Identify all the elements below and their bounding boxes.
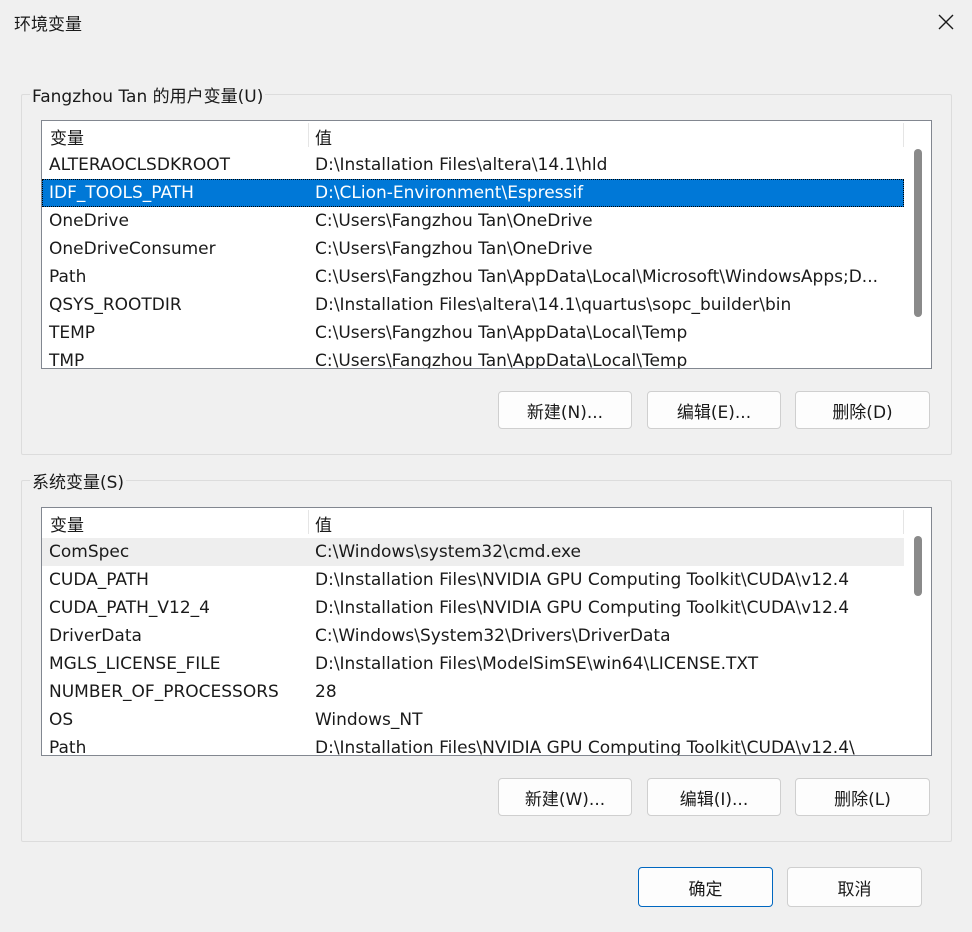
variable-value: C:\Users\Fangzhou Tan\OneDrive <box>315 239 593 259</box>
scrollbar-thumb[interactable] <box>914 536 922 596</box>
variable-name: OneDrive <box>49 211 129 231</box>
user-variables-list[interactable]: 变量 值 ALTERAOCLSDKROOT D:\Installation Fil… <box>41 120 932 369</box>
variable-name: CUDA_PATH <box>49 570 149 590</box>
list-item[interactable]: NUMBER_OF_PROCESSORS 28 <box>42 678 904 706</box>
variable-value: C:\Users\Fangzhou Tan\AppData\Local\Micr… <box>315 267 879 287</box>
user-new-button[interactable]: 新建(N)... <box>498 391 632 429</box>
variable-value: Windows_NT <box>315 710 423 730</box>
variable-name: TMP <box>49 351 85 369</box>
variable-name: IDF_TOOLS_PATH <box>49 183 194 203</box>
variable-value: D:\CLion-Environment\Espressif <box>315 183 584 203</box>
column-header-value[interactable]: 值 <box>315 124 332 149</box>
list-item[interactable]: TMP C:\Users\Fangzhou Tan\AppData\Local\T… <box>42 347 904 369</box>
list-item[interactable]: QSYS_ROOTDIR D:\Installation Files\altera… <box>42 291 904 319</box>
system-delete-button[interactable]: 删除(L) <box>795 778 930 816</box>
list-item[interactable]: ComSpec C:\Windows\system32\cmd.exe <box>42 538 904 566</box>
variable-value: D:\Installation Files\NVIDIA GPU Computi… <box>315 738 855 756</box>
cancel-button[interactable]: 取消 <box>787 867 922 907</box>
variable-name: Path <box>49 738 87 756</box>
window-title: 环境变量 <box>14 15 82 35</box>
variable-value: D:\Installation Files\altera\14.1\hld <box>315 155 608 175</box>
variable-name: ComSpec <box>49 542 130 562</box>
system-new-button[interactable]: 新建(W)... <box>498 778 632 816</box>
list-item[interactable]: Path C:\Users\Fangzhou Tan\AppData\Local\… <box>42 263 904 291</box>
system-variables-rows: ComSpec C:\Windows\system32\cmd.exe CUDA_… <box>42 538 904 756</box>
scrollbar-thumb[interactable] <box>914 149 922 317</box>
variable-name: CUDA_PATH_V12_4 <box>49 598 210 618</box>
list-item[interactable]: ALTERAOCLSDKROOT D:\Installation Files\al… <box>42 151 904 179</box>
ok-button[interactable]: 确定 <box>638 867 773 907</box>
variable-value: C:\Users\Fangzhou Tan\OneDrive <box>315 211 593 231</box>
vertical-scrollbar[interactable] <box>905 508 931 755</box>
user-variables-rows: ALTERAOCLSDKROOT D:\Installation Files\al… <box>42 151 904 369</box>
variable-value: 28 <box>315 682 337 702</box>
variable-name: OS <box>49 710 74 730</box>
variable-value: C:\Windows\System32\Drivers\DriverData <box>315 626 671 646</box>
variable-name: TEMP <box>49 323 96 343</box>
variable-name: NUMBER_OF_PROCESSORS <box>49 682 279 702</box>
column-divider <box>903 123 904 147</box>
title-bar: 环境变量 <box>0 0 972 44</box>
variable-name: QSYS_ROOTDIR <box>49 295 182 315</box>
list-item[interactable]: OS Windows_NT <box>42 706 904 734</box>
variable-value: C:\Users\Fangzhou Tan\AppData\Local\Temp <box>315 323 688 343</box>
list-header: 变量 值 <box>42 121 904 149</box>
list-item[interactable]: OneDriveConsumer C:\Users\Fangzhou Tan\On… <box>42 235 904 263</box>
list-item[interactable]: CUDA_PATH D:\Installation Files\NVIDIA GP… <box>42 566 904 594</box>
user-delete-button[interactable]: 删除(D) <box>795 391 930 429</box>
column-header-value[interactable]: 值 <box>315 511 332 536</box>
user-variables-title: Fangzhou Tan 的用户变量(U) <box>30 82 266 107</box>
list-item[interactable]: OneDrive C:\Users\Fangzhou Tan\OneDrive <box>42 207 904 235</box>
variable-name: DriverData <box>49 626 142 646</box>
list-item[interactable]: DriverData C:\Windows\System32\Drivers\Dr… <box>42 622 904 650</box>
column-divider[interactable] <box>308 123 309 147</box>
variable-name: Path <box>49 267 87 287</box>
list-item[interactable]: MGLS_LICENSE_FILE D:\Installation Files\M… <box>42 650 904 678</box>
variable-name: OneDriveConsumer <box>49 239 216 259</box>
variable-value: C:\Users\Fangzhou Tan\AppData\Local\Temp <box>315 351 688 369</box>
variable-name: MGLS_LICENSE_FILE <box>49 654 221 674</box>
list-item-selected[interactable]: IDF_TOOLS_PATH D:\CLion-Environment\Espre… <box>42 179 904 207</box>
variable-value: C:\Windows\system32\cmd.exe <box>315 542 582 562</box>
list-header: 变量 值 <box>42 508 904 536</box>
close-button[interactable] <box>920 0 972 44</box>
variable-value: D:\Installation Files\NVIDIA GPU Computi… <box>315 570 850 590</box>
list-item[interactable]: CUDA_PATH_V12_4 D:\Installation Files\NVI… <box>42 594 904 622</box>
variable-value: D:\Installation Files\altera\14.1\quartu… <box>315 295 792 315</box>
variable-value: D:\Installation Files\NVIDIA GPU Computi… <box>315 598 850 618</box>
column-header-name[interactable]: 变量 <box>50 124 84 149</box>
column-header-name[interactable]: 变量 <box>50 511 84 536</box>
column-divider[interactable] <box>308 510 309 534</box>
list-item[interactable]: TEMP C:\Users\Fangzhou Tan\AppData\Local\… <box>42 319 904 347</box>
system-variables-list[interactable]: 变量 值 ComSpec C:\Windows\system32\cmd.exe … <box>41 507 932 756</box>
system-edit-button[interactable]: 编辑(I)... <box>647 778 781 816</box>
user-edit-button[interactable]: 编辑(E)... <box>647 391 781 429</box>
list-item[interactable]: Path D:\Installation Files\NVIDIA GPU Com… <box>42 734 904 756</box>
variable-value: D:\Installation Files\ModelSimSE\win64\L… <box>315 654 759 674</box>
column-divider <box>903 510 904 534</box>
variable-name: ALTERAOCLSDKROOT <box>49 155 231 175</box>
vertical-scrollbar[interactable] <box>905 121 931 368</box>
system-variables-title: 系统变量(S) <box>30 468 127 493</box>
close-icon <box>938 14 954 30</box>
